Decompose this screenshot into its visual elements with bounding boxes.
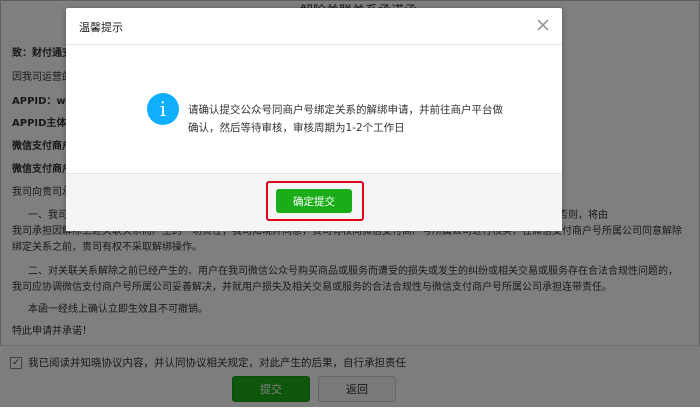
dialog-header: 温馨提示	[66, 8, 562, 45]
close-icon[interactable]	[536, 18, 550, 32]
confirm-dialog: 温馨提示 i 请确认提交公众号同商户号绑定关系的解绑申请，并前往商户平台做确认，…	[66, 8, 562, 231]
dialog-message: 请确认提交公众号同商户号绑定关系的解绑申请，并前往商户平台做确认，然后等待审核，…	[188, 104, 503, 134]
info-icon: i	[147, 93, 179, 125]
dialog-footer: 确定提交	[66, 173, 562, 231]
confirm-submit-button[interactable]: 确定提交	[276, 189, 352, 213]
dialog-title: 温馨提示	[79, 21, 123, 34]
